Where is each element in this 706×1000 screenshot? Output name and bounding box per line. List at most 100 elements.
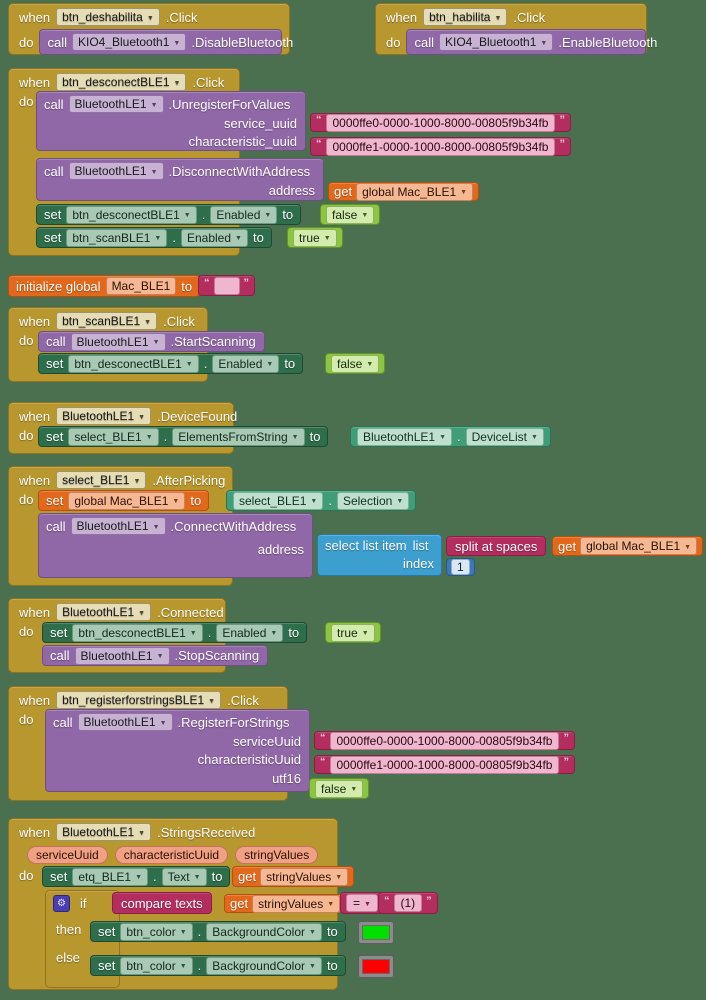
variable-get-stringvalues-compare[interactable]: get stringValues ▼: [224, 894, 347, 913]
logic-dropdown-true[interactable]: true ▼: [331, 623, 375, 642]
text-value-empty[interactable]: [213, 276, 240, 295]
property-dropdown-enabled[interactable]: Enabled ▼: [216, 623, 284, 642]
text-block-empty-string[interactable]: “ ”: [198, 275, 255, 296]
math-block-index-1[interactable]: 1: [446, 558, 475, 576]
variable-dropdown-stringvalues[interactable]: stringValues ▼: [252, 894, 341, 913]
property-dropdown-enabled[interactable]: Enabled ▼: [212, 354, 280, 373]
setter-block-desconect-enabled-true-connected[interactable]: set btn_desconectBLE1 ▼ . Enabled ▼ to: [42, 622, 308, 643]
component-dropdown-select-ble1[interactable]: select_BLE1 ▼: [233, 491, 324, 510]
call-block-startscanning[interactable]: call BluetoothLE1 ▼ .StartScanning: [38, 331, 265, 352]
variable-get-stringvalues-settext[interactable]: get stringValues ▼: [232, 866, 355, 887]
component-dropdown-btn-registerforstringsble1[interactable]: btn_registerforstringsBLE1 ▼: [56, 691, 222, 709]
property-dropdown-enabled[interactable]: Enabled ▼: [180, 228, 248, 247]
component-dropdown-bluetoothle1[interactable]: BluetoothLE1 ▼: [56, 603, 152, 621]
text-value-compare[interactable]: (1): [393, 894, 423, 912]
text-block-service-uuid-unregister[interactable]: “ 0000ffe0-0000-1000-8000-00805f9b34fb ”: [310, 113, 571, 132]
component-dropdown-kio4-bluetooth1[interactable]: KIO4_Bluetooth1 ▼: [71, 33, 187, 51]
text-block-characteristicuuid-register[interactable]: “ 0000ffe1-0000-1000-8000-00805f9b34fb ”: [314, 755, 575, 774]
gear-icon[interactable]: ⚙: [53, 895, 70, 912]
text-value-characteristic-uuid[interactable]: 0000ffe1-0000-1000-8000-00805f9b34fb: [325, 137, 556, 156]
logic-block-false-desconect[interactable]: false ▼: [320, 204, 381, 225]
logic-dropdown-false[interactable]: false ▼: [315, 779, 364, 798]
property-dropdown-enabled[interactable]: Enabled ▼: [210, 205, 278, 224]
property-dropdown-elementsfromstring[interactable]: ElementsFromString ▼: [172, 427, 305, 446]
component-dropdown-btn-desconectble1[interactable]: btn_desconectBLE1 ▼: [66, 205, 197, 224]
property-dropdown-text[interactable]: Text ▼: [161, 867, 207, 886]
logic-block-true-scan[interactable]: true ▼: [287, 227, 343, 248]
component-dropdown-bluetoothle1[interactable]: BluetoothLE1 ▼: [77, 713, 173, 731]
text-value-service-uuid[interactable]: 0000ffe0-0000-1000-8000-00805f9b34fb: [325, 113, 556, 132]
variable-dropdown-global-mac-ble1[interactable]: global Mac_BLE1 ▼: [580, 537, 698, 555]
logic-dropdown-false[interactable]: false ▼: [326, 205, 375, 224]
setter-block-select-elementsfromstring[interactable]: set select_BLE1 ▼ . ElementsFromString ▼ t…: [38, 426, 329, 447]
call-block-enablebluetooth[interactable]: call KIO4_Bluetooth1 ▼ .EnableBluetooth: [406, 29, 657, 55]
property-dropdown-backgroundcolor[interactable]: BackgroundColor ▼: [206, 956, 322, 975]
component-dropdown-bluetoothle1[interactable]: BluetoothLE1 ▼: [74, 646, 170, 665]
variable-get-global-mac-ble1-split[interactable]: get global Mac_BLE1 ▼: [552, 536, 704, 556]
component-dropdown-bluetoothle1[interactable]: BluetoothLE1 ▼: [357, 427, 452, 446]
component-dropdown-kio4-bluetooth1[interactable]: KIO4_Bluetooth1 ▼: [438, 33, 554, 51]
property-dropdown-selection[interactable]: Selection ▼: [336, 491, 410, 510]
component-dropdown-bluetoothle1[interactable]: BluetoothLE1 ▼: [68, 95, 164, 113]
setter-block-etq-ble1-text[interactable]: set etq_BLE1 ▼ . Text ▼ to: [42, 866, 231, 887]
component-dropdown-btn-desconectble1[interactable]: btn_desconectBLE1 ▼: [68, 354, 199, 373]
logic-block-false-scan[interactable]: false ▼: [325, 353, 386, 374]
component-dropdown-btn-color[interactable]: btn_color ▼: [120, 922, 193, 941]
component-dropdown-btn-deshabilita[interactable]: btn_deshabilita ▼: [56, 8, 160, 26]
call-block-connectwithaddress[interactable]: call BluetoothLE1 ▼ .ConnectWithAddress a…: [38, 513, 313, 578]
event-block-btn-deshabilita-click[interactable]: when btn_deshabilita ▼ .Click do call KIO…: [8, 3, 293, 55]
component-dropdown-btn-desconectble1[interactable]: btn_desconectBLE1 ▼: [72, 623, 203, 642]
logic-dropdown-false[interactable]: false ▼: [331, 354, 380, 373]
text-block-compare-texts[interactable]: compare texts: [112, 892, 212, 914]
color-block-green[interactable]: [358, 921, 394, 944]
color-swatch-green[interactable]: [362, 925, 390, 940]
component-dropdown-bluetoothle1[interactable]: BluetoothLE1 ▼: [56, 823, 152, 841]
color-swatch-red[interactable]: [362, 959, 390, 974]
logic-dropdown-true[interactable]: true ▼: [293, 228, 337, 247]
global-name-field[interactable]: Mac_BLE1: [105, 277, 177, 295]
call-block-disablebluetooth[interactable]: call KIO4_Bluetooth1 ▼ .DisableBluetooth: [39, 29, 293, 55]
component-dropdown-btn-color[interactable]: btn_color ▼: [120, 956, 193, 975]
text-value-serviceuuid[interactable]: 0000ffe0-0000-1000-8000-00805f9b34fb: [329, 731, 560, 750]
setter-block-desconect-enabled-false[interactable]: set btn_desconectBLE1 ▼ . Enabled ▼ to: [36, 204, 302, 225]
variable-get-global-mac-ble1-disconnect[interactable]: get global Mac_BLE1 ▼: [328, 182, 480, 201]
call-block-registerforstrings[interactable]: call BluetoothLE1 ▼ .RegisterForStrings s…: [45, 709, 310, 792]
call-block-disconnectwithaddress[interactable]: call BluetoothLE1 ▼ .DisconnectWithAddres…: [36, 158, 324, 201]
component-dropdown-bluetoothle1[interactable]: BluetoothLE1 ▼: [70, 332, 166, 351]
component-dropdown-etq-ble1[interactable]: etq_BLE1 ▼: [72, 867, 148, 886]
text-block-split-at-spaces[interactable]: split at spaces: [446, 536, 547, 556]
setter-block-global-mac-ble1[interactable]: set global Mac_BLE1 ▼ to: [38, 490, 210, 511]
global-init-block-mac-ble1[interactable]: initialize global Mac_BLE1 to: [8, 275, 201, 297]
setter-block-btn-color-green[interactable]: set btn_color ▼ . BackgroundColor ▼ to: [90, 921, 346, 942]
list-block-select-list-item[interactable]: select list item list index: [317, 534, 442, 576]
color-block-red[interactable]: [358, 955, 394, 978]
component-getter-select-ble1-selection[interactable]: select_BLE1 ▼ . Selection ▼: [226, 490, 417, 511]
call-block-stopscanning[interactable]: call BluetoothLE1 ▼ .StopScanning: [42, 645, 269, 666]
event-block-btn-habilita-click[interactable]: when btn_habilita ▼ .Click do call KIO4_B…: [375, 3, 657, 55]
property-dropdown-devicelist[interactable]: DeviceList ▼: [465, 427, 544, 446]
text-block-compare-value[interactable]: “ (1) ”: [378, 892, 438, 914]
compare-operator-dropdown[interactable]: = ▼: [346, 894, 378, 912]
component-dropdown-btn-scanble1[interactable]: btn_scanBLE1 ▼: [66, 228, 168, 247]
text-value-characteristicuuid[interactable]: 0000ffe1-0000-1000-8000-00805f9b34fb: [329, 755, 560, 774]
component-dropdown-btn-scanble1[interactable]: btn_scanBLE1 ▼: [56, 312, 158, 330]
component-dropdown-bluetoothle1[interactable]: BluetoothLE1 ▼: [56, 407, 152, 425]
component-dropdown-btn-desconectble1[interactable]: btn_desconectBLE1 ▼: [56, 73, 187, 91]
variable-dropdown-global-mac-ble1[interactable]: global Mac_BLE1 ▼: [356, 182, 474, 201]
logic-block-true-connected[interactable]: true ▼: [325, 622, 381, 643]
setter-block-desconect-enabled-false-scan[interactable]: set btn_desconectBLE1 ▼ . Enabled ▼ to: [38, 353, 304, 374]
component-dropdown-bluetoothle1[interactable]: BluetoothLE1 ▼: [70, 517, 166, 535]
logic-block-utf16-false[interactable]: false ▼: [309, 778, 370, 799]
setter-block-btn-color-red[interactable]: set btn_color ▼ . BackgroundColor ▼ to: [90, 955, 346, 976]
variable-dropdown-stringvalues[interactable]: stringValues ▼: [260, 867, 349, 886]
variable-dropdown-global-mac-ble1[interactable]: global Mac_BLE1 ▼: [68, 491, 186, 510]
component-dropdown-select-ble1[interactable]: select_BLE1 ▼: [56, 471, 147, 489]
component-dropdown-bluetoothle1[interactable]: BluetoothLE1 ▼: [68, 162, 164, 180]
text-block-characteristic-uuid-unregister[interactable]: “ 0000ffe1-0000-1000-8000-00805f9b34fb ”: [310, 137, 571, 156]
property-dropdown-backgroundcolor[interactable]: BackgroundColor ▼: [206, 922, 322, 941]
math-number-value[interactable]: 1: [451, 559, 470, 575]
component-dropdown-select-ble1[interactable]: select_BLE1 ▼: [68, 427, 159, 446]
blocks-canvas[interactable]: when btn_deshabilita ▼ .Click do call KIO…: [0, 0, 706, 1000]
text-block-serviceuuid-register[interactable]: “ 0000ffe0-0000-1000-8000-00805f9b34fb ”: [314, 731, 575, 750]
component-dropdown-btn-habilita[interactable]: btn_habilita ▼: [423, 8, 508, 26]
